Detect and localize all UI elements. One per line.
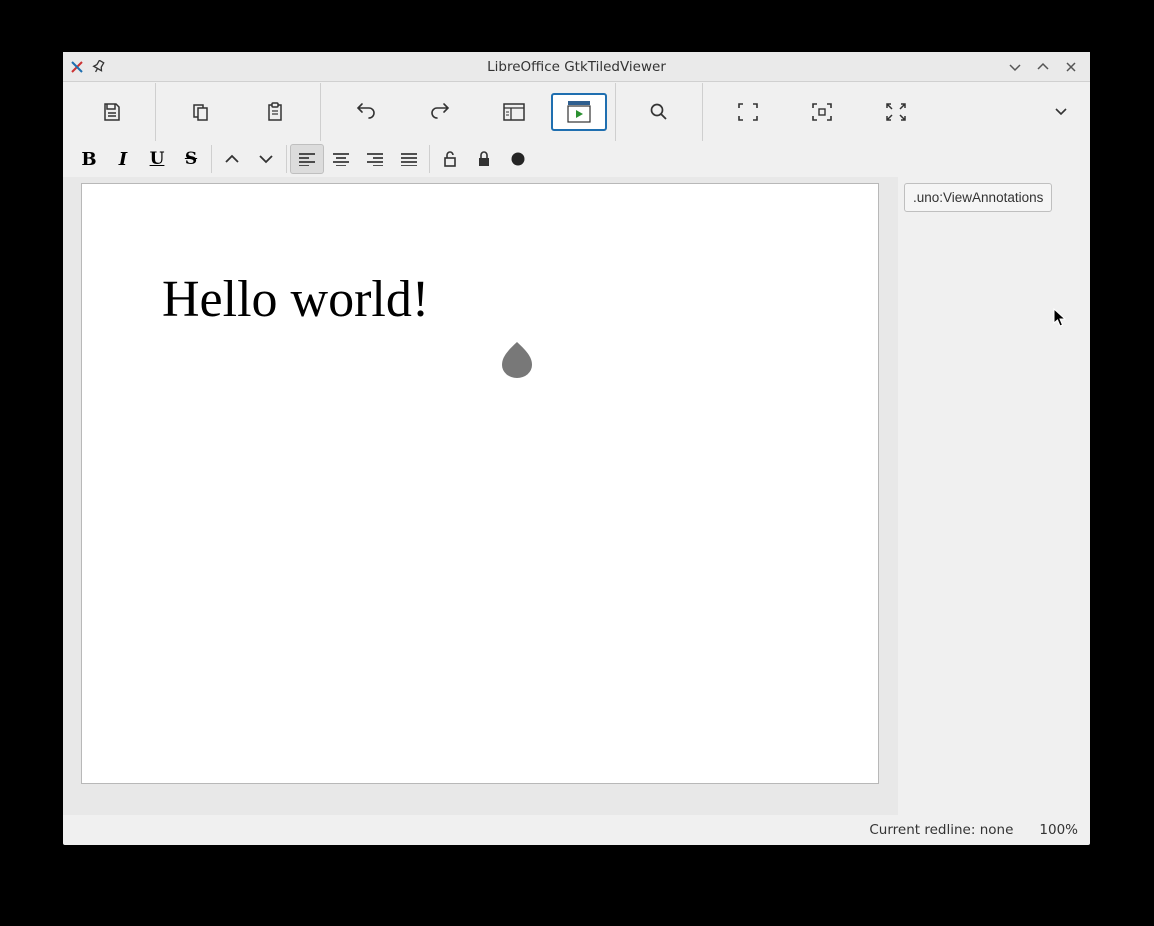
titlebar-left <box>63 59 107 75</box>
bold-button[interactable]: B <box>72 144 106 174</box>
separator <box>615 83 616 141</box>
minimize-button[interactable] <box>1006 58 1024 76</box>
record-button[interactable] <box>501 144 535 174</box>
separator <box>702 83 703 141</box>
separator <box>320 83 321 141</box>
separator <box>286 145 287 173</box>
zoom-fit-button[interactable] <box>711 88 785 136</box>
maximize-button[interactable] <box>1034 58 1052 76</box>
view-annotations-button[interactable]: .uno:ViewAnnotations <box>904 183 1052 212</box>
zoom-page-button[interactable] <box>785 88 859 136</box>
underline-button[interactable]: U <box>140 144 174 174</box>
undo-button[interactable] <box>329 88 403 136</box>
main-toolbar <box>63 82 1090 141</box>
separator <box>429 145 430 173</box>
window-title: LibreOffice GtkTiledViewer <box>63 59 1090 75</box>
align-justify-button[interactable] <box>392 144 426 174</box>
side-panel: .uno:ViewAnnotations <box>898 177 1090 815</box>
pin-icon[interactable] <box>91 59 107 75</box>
move-up-button[interactable] <box>215 144 249 174</box>
paste-button[interactable] <box>238 88 312 136</box>
align-left-button[interactable] <box>290 144 324 174</box>
document-scroll-area[interactable]: Hello world! <box>63 177 898 815</box>
format-toolbar: B I U S <box>63 141 1090 177</box>
search-button[interactable] <box>624 88 694 136</box>
italic-button[interactable]: I <box>106 144 140 174</box>
window-controls <box>1006 58 1090 76</box>
save-button[interactable] <box>77 88 147 136</box>
strikethrough-button[interactable]: S <box>174 144 208 174</box>
redo-button[interactable] <box>403 88 477 136</box>
separator <box>155 83 156 141</box>
align-right-button[interactable] <box>358 144 392 174</box>
document-page[interactable]: Hello world! <box>81 183 879 784</box>
move-down-button[interactable] <box>249 144 283 174</box>
redline-status: Current redline: none <box>869 822 1013 838</box>
zoom-in-button[interactable] <box>859 88 933 136</box>
menu-dropdown-button[interactable] <box>1046 88 1076 136</box>
zoom-level: 100% <box>1039 822 1078 838</box>
app-icon <box>69 59 85 75</box>
close-button[interactable] <box>1062 58 1080 76</box>
titlebar: LibreOffice GtkTiledViewer <box>63 52 1090 82</box>
separator <box>211 145 212 173</box>
align-center-button[interactable] <box>324 144 358 174</box>
document-text[interactable]: Hello world! <box>162 274 798 326</box>
section-button[interactable] <box>477 88 551 136</box>
application-window: LibreOffice GtkTiledViewer <box>63 52 1090 845</box>
copy-button[interactable] <box>164 88 238 136</box>
lock-button[interactable] <box>467 144 501 174</box>
text-cursor-handle-icon[interactable] <box>500 340 534 378</box>
unlock-button[interactable] <box>433 144 467 174</box>
content-area: Hello world! .uno:ViewAnnotations <box>63 177 1090 815</box>
play-button[interactable] <box>551 93 607 131</box>
status-bar: Current redline: none 100% <box>63 815 1090 845</box>
